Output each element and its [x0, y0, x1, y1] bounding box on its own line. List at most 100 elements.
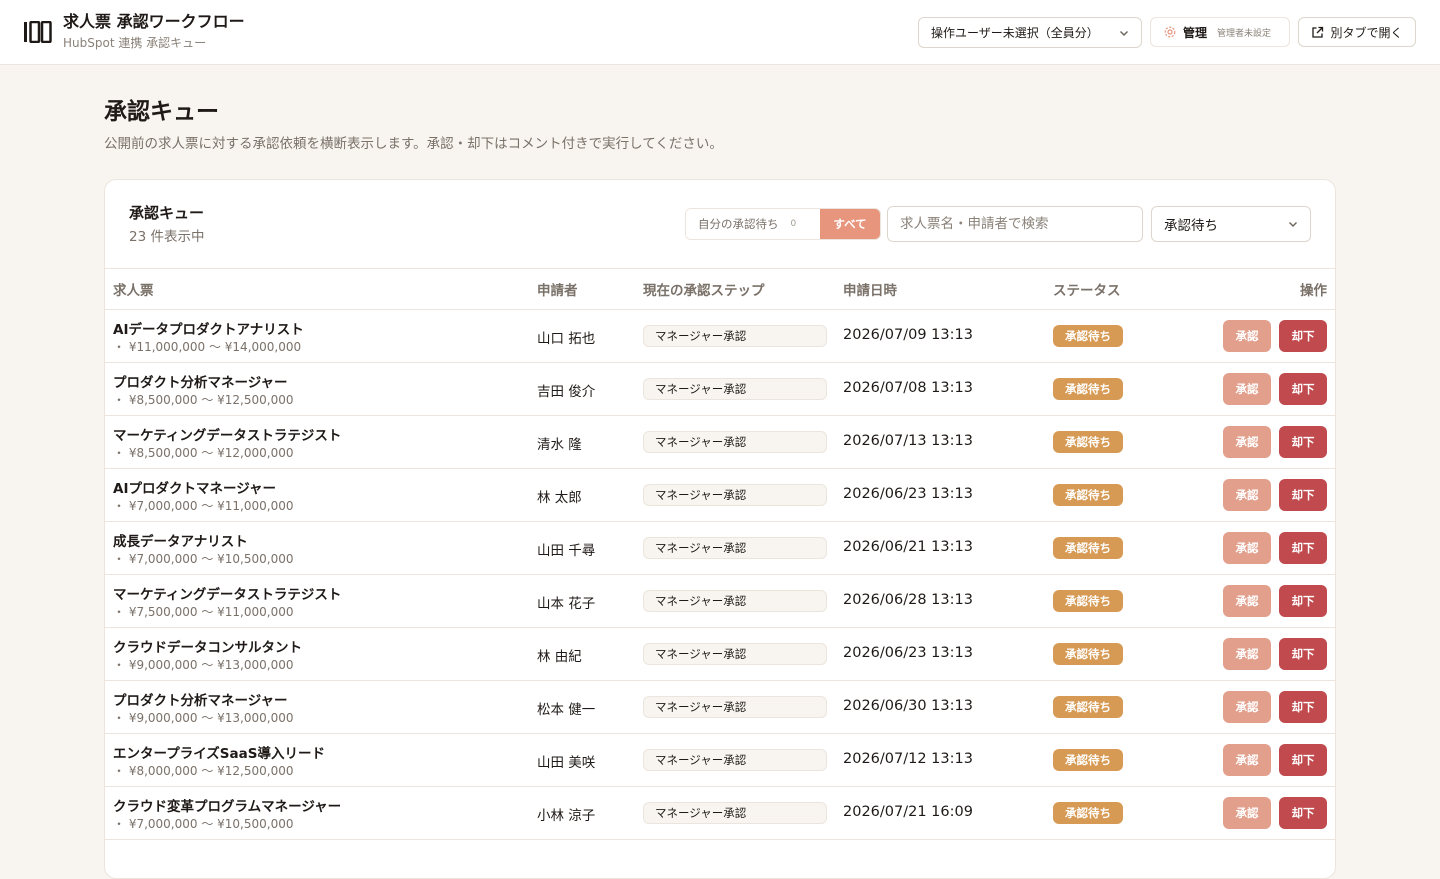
app-subtitle: HubSpot 連携 承認キュー	[63, 36, 207, 50]
reject-button[interactable]: 却下	[1279, 691, 1327, 723]
reject-button[interactable]: 却下	[1279, 797, 1327, 829]
table-row[interactable]: クラウド変革プログラムマネージャー・ ¥7,000,000 〜 ¥10,500,…	[105, 787, 1335, 840]
job-title[interactable]: AIプロダクトマネージャー	[113, 477, 276, 497]
approve-button[interactable]: 承認	[1223, 638, 1271, 670]
col-header-actions: 操作	[1300, 283, 1327, 299]
applicant-name: 小林 涼子	[537, 808, 596, 824]
job-salary: ・ ¥8,000,000 〜 ¥12,500,000	[113, 764, 294, 778]
open-new-tab-button[interactable]: 別タブで開く	[1298, 17, 1416, 47]
page-title: 承認キュー	[104, 99, 219, 125]
operator-user-select[interactable]: 操作ユーザー未選択（全員分）	[918, 17, 1142, 48]
job-title[interactable]: クラウドデータコンサルタント	[113, 636, 302, 656]
job-title[interactable]: 成長データアナリスト	[113, 530, 248, 550]
reject-button[interactable]: 却下	[1279, 426, 1327, 458]
status-badge: 承認待ち	[1053, 325, 1123, 347]
approval-step-badge: マネージャー承認	[643, 325, 827, 347]
reject-button[interactable]: 却下	[1279, 320, 1327, 352]
col-header-date: 申請日時	[843, 283, 897, 299]
job-title[interactable]: プロダクト分析マネージャー	[113, 371, 288, 391]
job-salary: ・ ¥7,000,000 〜 ¥10,500,000	[113, 552, 294, 566]
job-title[interactable]: エンタープライズSaaS導入リード	[113, 742, 325, 762]
gear-icon	[1164, 26, 1176, 38]
approve-button[interactable]: 承認	[1223, 797, 1271, 829]
logo-icon	[24, 21, 52, 43]
approve-button[interactable]: 承認	[1223, 691, 1271, 723]
reject-button[interactable]: 却下	[1279, 532, 1327, 564]
table-row[interactable]: AIプロダクトマネージャー・ ¥7,000,000 〜 ¥11,000,000 林…	[105, 469, 1335, 522]
job-title[interactable]: プロダクト分析マネージャー	[113, 689, 288, 709]
job-title[interactable]: マーケティングデータストラテジスト	[113, 424, 341, 444]
search-input[interactable]	[887, 206, 1143, 242]
approval-step-badge: マネージャー承認	[643, 749, 827, 771]
admin-button[interactable]: 管理 管理者未設定	[1150, 17, 1290, 47]
request-date: 2026/06/30 13:13	[843, 698, 973, 714]
table-row[interactable]: プロダクト分析マネージャー・ ¥8,500,000 〜 ¥12,500,000 吉…	[105, 363, 1335, 416]
approval-step-badge: マネージャー承認	[643, 431, 827, 453]
col-header-job: 求人票	[113, 283, 154, 299]
table-body: AIデータプロダクトアナリスト・ ¥11,000,000 〜 ¥14,000,0…	[105, 310, 1335, 840]
job-title[interactable]: AIデータプロダクトアナリスト	[113, 318, 304, 338]
approval-step-badge: マネージャー承認	[643, 643, 827, 665]
job-salary: ・ ¥11,000,000 〜 ¥14,000,000	[113, 340, 302, 354]
status-badge: 承認待ち	[1053, 484, 1123, 506]
reject-button[interactable]: 却下	[1279, 744, 1327, 776]
applicant-name: 松本 健一	[537, 702, 596, 718]
table-row[interactable]: 成長データアナリスト・ ¥7,000,000 〜 ¥10,500,000 山田 千…	[105, 522, 1335, 575]
reject-button[interactable]: 却下	[1279, 479, 1327, 511]
reject-button[interactable]: 却下	[1279, 585, 1327, 617]
filter-mine-count: 0	[790, 219, 797, 229]
reject-button[interactable]: 却下	[1279, 373, 1327, 405]
applicant-name: 山田 美咲	[537, 755, 596, 771]
applicant-name: 山口 拓也	[537, 331, 596, 347]
status-badge: 承認待ち	[1053, 749, 1123, 771]
col-header-status: ステータス	[1053, 283, 1121, 299]
approval-step-badge: マネージャー承認	[643, 378, 827, 400]
table-row[interactable]: エンタープライズSaaS導入リード・ ¥8,000,000 〜 ¥12,500,…	[105, 734, 1335, 787]
approve-button[interactable]: 承認	[1223, 426, 1271, 458]
applicant-name: 林 太郎	[537, 490, 582, 506]
approve-button[interactable]: 承認	[1223, 585, 1271, 617]
table-row[interactable]: プロダクト分析マネージャー・ ¥9,000,000 〜 ¥13,000,000 松…	[105, 681, 1335, 734]
job-salary: ・ ¥9,000,000 〜 ¥13,000,000	[113, 658, 294, 672]
request-date: 2026/07/08 13:13	[843, 380, 973, 396]
request-date: 2026/06/21 13:13	[843, 539, 973, 555]
approval-step-badge: マネージャー承認	[643, 537, 827, 559]
admin-status: 管理者未設定	[1217, 28, 1272, 39]
status-filter-select[interactable]: 承認待ち	[1151, 206, 1311, 242]
status-badge: 承認待ち	[1053, 696, 1123, 718]
admin-label: 管理	[1183, 25, 1208, 40]
top-bar: 求人票 承認ワークフロー HubSpot 連携 承認キュー 操作ユーザー未選択（…	[0, 0, 1440, 65]
filter-mine-label: 自分の承認待ち	[698, 217, 779, 231]
table-row[interactable]: クラウドデータコンサルタント・ ¥9,000,000 〜 ¥13,000,000…	[105, 628, 1335, 681]
approve-button[interactable]: 承認	[1223, 479, 1271, 511]
approve-button[interactable]: 承認	[1223, 320, 1271, 352]
table-row[interactable]: マーケティングデータストラテジスト・ ¥7,500,000 〜 ¥11,000,…	[105, 575, 1335, 628]
job-salary: ・ ¥7,000,000 〜 ¥10,500,000	[113, 817, 294, 831]
applicant-name: 吉田 俊介	[537, 384, 596, 400]
status-badge: 承認待ち	[1053, 431, 1123, 453]
job-salary: ・ ¥8,500,000 〜 ¥12,500,000	[113, 393, 294, 407]
approve-button[interactable]: 承認	[1223, 373, 1271, 405]
table-row[interactable]: AIデータプロダクトアナリスト・ ¥11,000,000 〜 ¥14,000,0…	[105, 310, 1335, 363]
job-title[interactable]: マーケティングデータストラテジスト	[113, 583, 341, 603]
job-title[interactable]: クラウド変革プログラムマネージャー	[113, 795, 341, 815]
top-actions: 操作ユーザー未選択（全員分） 管理 管理者未設定 別タブで開く	[918, 17, 1416, 48]
request-date: 2026/06/28 13:13	[843, 592, 973, 608]
job-salary: ・ ¥7,500,000 〜 ¥11,000,000	[113, 605, 294, 619]
status-badge: 承認待ち	[1053, 537, 1123, 559]
page-header: 承認キュー 公開前の求人票に対する承認依頼を横断表示します。承認・却下はコメント…	[104, 97, 723, 154]
job-salary: ・ ¥7,000,000 〜 ¥11,000,000	[113, 499, 294, 513]
applicant-name: 山本 花子	[537, 596, 596, 612]
col-header-step: 現在の承認ステップ	[643, 283, 765, 299]
table-row[interactable]: マーケティングデータストラテジスト・ ¥8,500,000 〜 ¥12,000,…	[105, 416, 1335, 469]
request-date: 2026/07/12 13:13	[843, 751, 973, 767]
status-badge: 承認待ち	[1053, 590, 1123, 612]
external-link-icon	[1312, 26, 1324, 38]
filter-mine-button[interactable]: 自分の承認待ち 0	[686, 209, 820, 239]
status-badge: 承認待ち	[1053, 802, 1123, 824]
approve-button[interactable]: 承認	[1223, 744, 1271, 776]
filter-all-button[interactable]: すべて	[820, 209, 880, 239]
reject-button[interactable]: 却下	[1279, 638, 1327, 670]
approve-button[interactable]: 承認	[1223, 532, 1271, 564]
app-title: 求人票 承認ワークフロー	[63, 12, 245, 31]
